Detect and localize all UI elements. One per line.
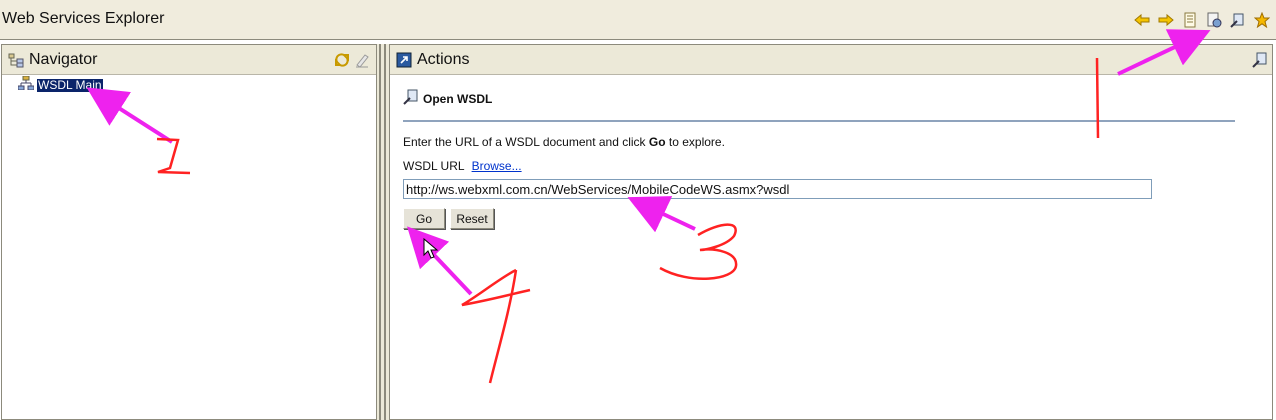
go-button[interactable]: Go <box>403 208 445 229</box>
tree-item-wsdl-main[interactable]: WSDL Main <box>17 75 103 95</box>
instruction-pre: Enter the URL of a WSDL document and cli… <box>403 135 649 149</box>
browse-link[interactable]: Browse... <box>472 159 522 173</box>
instruction-post: to explore. <box>665 135 725 149</box>
navigator-header: Navigator <box>2 45 376 75</box>
navigator-icon <box>8 52 24 68</box>
navigator-panel: Navigator WSDL Main <box>1 44 377 420</box>
wsdl-url-input[interactable] <box>403 179 1152 199</box>
navigator-title: Navigator <box>29 51 98 68</box>
button-row: Go Reset <box>403 208 1235 229</box>
back-arrow-icon[interactable] <box>1133 11 1150 28</box>
refresh-icon[interactable] <box>334 52 350 68</box>
url-label-row: WSDL URL Browse... <box>403 159 1235 173</box>
web-services-explorer-window: Web Services Explorer Navigator WSDL Mai… <box>0 0 1276 420</box>
actions-title: Actions <box>417 51 470 68</box>
wsdl-url-label: WSDL URL <box>403 159 465 173</box>
wsdl-page-icon[interactable] <box>1205 11 1222 28</box>
section-divider <box>403 120 1235 122</box>
open-wsdl-heading: Open WSDL <box>403 89 1235 108</box>
actions-panel: Actions Open WSDL Enter the URL of a WSD… <box>389 44 1273 420</box>
title-bar: Web Services Explorer <box>0 0 1276 40</box>
wsdl-tool-icon[interactable] <box>1252 52 1268 68</box>
actions-header: Actions <box>390 45 1272 75</box>
tree-item-label[interactable]: WSDL Main <box>37 79 103 92</box>
open-wsdl-title: Open WSDL <box>423 91 493 106</box>
forward-arrow-icon[interactable] <box>1157 11 1174 28</box>
wsil-page-icon[interactable] <box>1229 11 1246 28</box>
uddi-page-icon[interactable] <box>1181 11 1198 28</box>
actions-body: Open WSDL Enter the URL of a WSDL docume… <box>403 89 1235 229</box>
toolbar <box>1133 11 1270 28</box>
clear-icon[interactable] <box>354 52 370 68</box>
instruction-bold: Go <box>648 135 666 149</box>
wsdl-tree-icon <box>17 75 35 95</box>
favorites-star-icon[interactable] <box>1253 11 1270 28</box>
window-title: Web Services Explorer <box>2 10 165 27</box>
reset-button[interactable]: Reset <box>450 208 494 229</box>
panel-splitter[interactable] <box>377 44 389 420</box>
open-wsdl-icon <box>403 89 419 108</box>
instruction-text: Enter the URL of a WSDL document and cli… <box>403 135 1235 149</box>
actions-icon <box>396 52 412 68</box>
